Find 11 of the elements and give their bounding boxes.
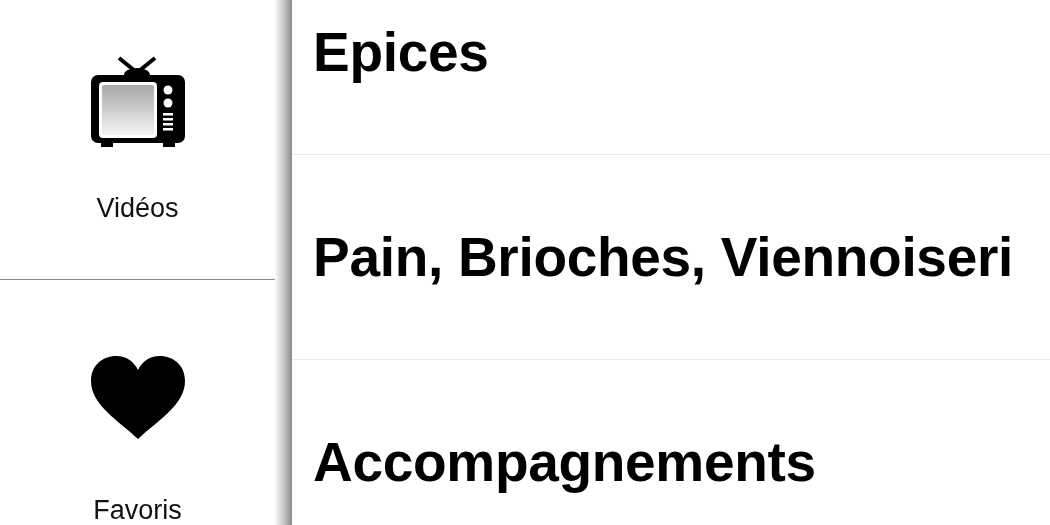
category-row[interactable]: Epices: [292, 0, 1050, 155]
category-label: Epices: [313, 20, 489, 84]
sidebar-item[interactable]: Favoris: [0, 280, 275, 525]
category-label: Pain, Brioches, Viennoiseri: [313, 225, 1014, 289]
sidebar-label: Favoris: [93, 495, 182, 525]
category-row[interactable]: Pain, Brioches, Viennoiseri: [292, 155, 1050, 360]
category-label: Accompagnements: [313, 430, 816, 494]
sidebar-item[interactable]: Vidéos: [0, 0, 275, 280]
sidebar-label: Vidéos: [96, 193, 179, 224]
category-row[interactable]: Accompagnements: [292, 360, 1050, 525]
heart-icon: [88, 355, 187, 441]
